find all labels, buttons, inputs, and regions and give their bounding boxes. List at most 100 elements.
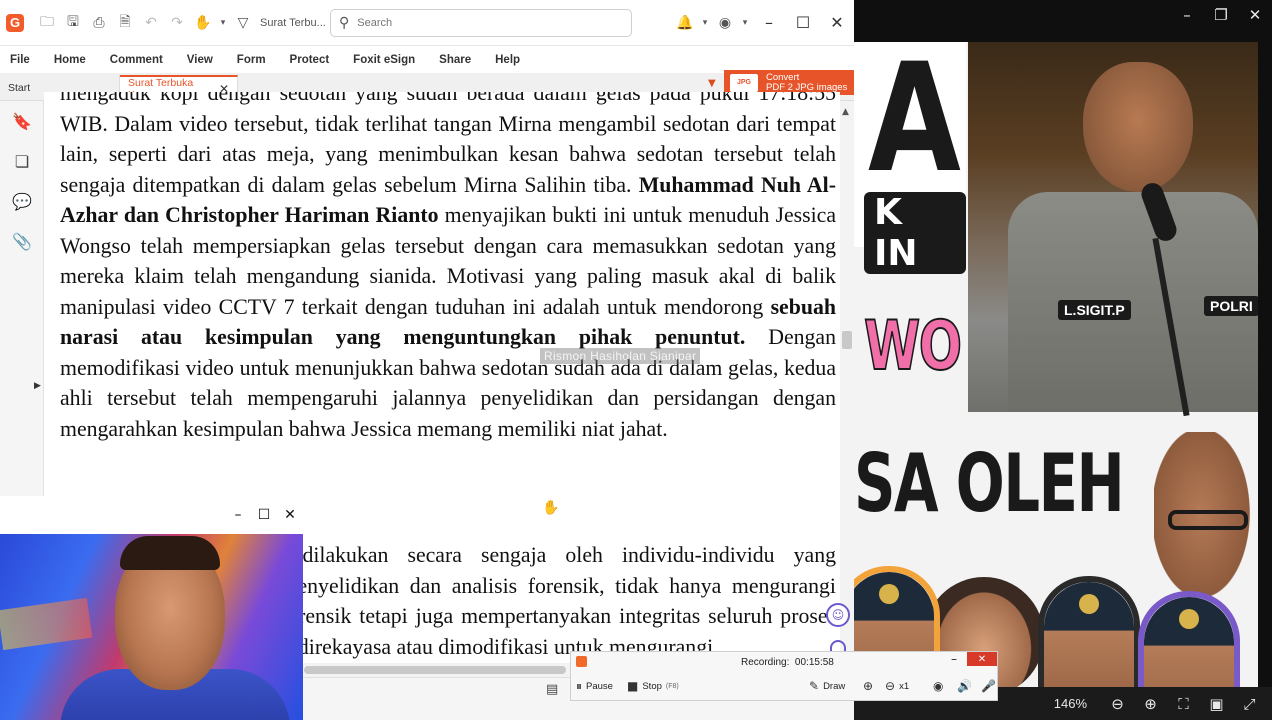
expand-icon[interactable]: ⤢	[1233, 687, 1266, 720]
menu-foxit-esign[interactable]: Foxit eSign	[353, 54, 415, 66]
zoom-out-tool[interactable]: ⊖ x1	[885, 679, 909, 693]
glasses-icon	[1168, 510, 1248, 530]
document-icon[interactable]: 🗎	[112, 10, 138, 36]
zoom-out-icon: ⊖	[885, 679, 896, 693]
image-file-icon: JPG	[730, 73, 758, 92]
webcam-window[interactable]: – ☐ ✕	[0, 496, 303, 720]
menu-help[interactable]: Help	[495, 54, 520, 66]
recording-time: 00:15:58	[794, 657, 834, 668]
zoom-out-icon[interactable]: ⊖	[1101, 687, 1134, 720]
search-icon: ⚲	[339, 14, 350, 31]
caret-down-icon[interactable]: ▼	[708, 78, 716, 89]
horizontal-scrollbar[interactable]	[300, 663, 570, 677]
stop-label: Stop	[642, 680, 662, 692]
image-photo-man-glasses	[1154, 432, 1258, 612]
chevron-down-icon[interactable]: ▾	[216, 10, 230, 36]
bell-icon[interactable]: 🔔	[672, 10, 698, 36]
open-folder-icon[interactable]: 🗀	[34, 10, 60, 36]
menu-view[interactable]: View	[187, 54, 213, 66]
redo-icon[interactable]: ↷	[164, 10, 190, 36]
document-title: Surat Terbu...	[260, 16, 326, 29]
scroll-thumb[interactable]	[842, 331, 852, 349]
image-badge: K IN	[864, 192, 966, 274]
displayed-image: A K IN L.SIGIT.P POLRI WO SA OLEH	[854, 42, 1258, 687]
webcam-feed	[0, 534, 303, 720]
horizontal-scroll-thumb[interactable]	[304, 666, 566, 674]
bookmark-icon[interactable]: 🔖	[0, 101, 44, 141]
minimize-icon[interactable]: –	[752, 0, 786, 46]
close-icon[interactable]: ✕	[277, 496, 303, 534]
assistant-icon[interactable]: ☺	[826, 603, 850, 627]
menu-protect[interactable]: Protect	[290, 54, 330, 66]
page-view-icon[interactable]: ▤	[546, 682, 558, 697]
menu-share[interactable]: Share	[439, 54, 471, 66]
webcam-toggle[interactable]: ◉	[933, 679, 947, 693]
menu-comment[interactable]: Comment	[110, 54, 163, 66]
search-input[interactable]	[357, 16, 598, 29]
left-navigation-panel: 🔖 ❏ 💬 📎 ▶	[0, 101, 44, 501]
minimize-icon[interactable]: –	[951, 652, 957, 666]
save-icon[interactable]: 🖫	[60, 10, 86, 36]
print-icon[interactable]: ⎙	[86, 10, 112, 36]
zoom-speed: x1	[899, 680, 910, 692]
draw-button[interactable]: ✎ Draw	[809, 679, 845, 693]
screen-recorder-widget: Recording: 00:15:58 – ✕ ⏸ Pause ■ Stop (F8)…	[570, 651, 998, 701]
zoom-in-icon[interactable]: ⊕	[1134, 687, 1167, 720]
filter-icon[interactable]: ▽	[230, 10, 256, 36]
pause-button[interactable]: ⏸ Pause	[576, 679, 613, 694]
zoom-level: 146%	[1053, 696, 1087, 711]
maximize-icon[interactable]: ☐	[251, 496, 277, 534]
restore-icon[interactable]: ❐	[1204, 0, 1238, 30]
zoom-in-tool[interactable]: ⊕	[863, 679, 877, 693]
webcam-titlebar[interactable]: – ☐ ✕	[0, 496, 303, 534]
image-panel-left: A K IN	[854, 42, 966, 274]
webcam-icon: ◉	[933, 679, 944, 693]
close-icon[interactable]: ✕	[967, 652, 997, 666]
minimize-icon[interactable]: –	[1170, 0, 1204, 30]
expand-panel-icon[interactable]: ▶	[34, 381, 41, 391]
image-photo-officer: L.SIGIT.P POLRI	[968, 42, 1258, 417]
vertical-scrollbar[interactable]: ▲	[840, 101, 854, 681]
minimize-icon[interactable]: –	[225, 496, 251, 534]
undo-icon[interactable]: ↶	[138, 10, 164, 36]
menu-bar: File Home Comment View Form Protect Foxi…	[0, 46, 854, 73]
comment-icon[interactable]: 💬	[0, 181, 44, 221]
maximize-icon[interactable]: ☐	[786, 0, 820, 46]
attachment-icon[interactable]: 📎	[0, 221, 44, 261]
image-caption: SA OLEH	[854, 437, 1125, 530]
recording-status: Recording: 00:15:58	[741, 657, 834, 668]
audio-toggle[interactable]: 🔊	[957, 679, 976, 693]
mic-toggle[interactable]: 🎤	[981, 679, 1000, 693]
presenter-hair	[120, 536, 220, 570]
image-photo-officer-cap-3	[1138, 591, 1240, 687]
image-photo-officer-cap-2	[1038, 576, 1140, 687]
account-icon[interactable]: ◉	[712, 10, 738, 36]
foxit-logo-icon[interactable]: G	[6, 13, 24, 32]
pen-icon: ✎	[809, 679, 820, 693]
fit-screen-icon[interactable]: ⛶	[1167, 687, 1200, 720]
speaker-icon: 🔊	[957, 679, 972, 693]
menu-file[interactable]: File	[10, 54, 30, 66]
image-face	[1083, 62, 1193, 192]
search-box[interactable]: ⚲	[330, 8, 632, 37]
close-icon[interactable]: ✕	[820, 0, 854, 46]
stop-shortcut: (F8)	[665, 682, 679, 690]
recording-label: Recording:	[741, 657, 790, 668]
microphone-icon: 🎤	[981, 679, 996, 693]
actual-size-icon[interactable]: ▣	[1200, 687, 1233, 720]
menu-home[interactable]: Home	[54, 54, 86, 66]
image-viewer-window: – ❐ ✕ A K IN L.SIGIT.P POLRI WO SA OLEH	[854, 0, 1272, 720]
pause-label: Pause	[586, 681, 613, 692]
close-icon[interactable]: ✕	[1238, 0, 1272, 30]
stop-button[interactable]: ■ Stop (F8)	[627, 679, 679, 693]
scroll-up-icon[interactable]: ▲	[842, 107, 849, 117]
paragraph-1: mengaduk kopi dengan sedotan yang sudah …	[60, 92, 836, 444]
chevron-down-icon[interactable]: ▾	[738, 10, 752, 36]
window-controls: 🔔 ▾ ◉ ▾ – ☐ ✕	[672, 0, 854, 46]
hand-tool-icon[interactable]: ✋	[190, 10, 216, 36]
convert-line2: PDF 2 JPG images	[766, 81, 848, 93]
pages-icon[interactable]: ❏	[0, 141, 44, 181]
chevron-down-icon[interactable]: ▾	[698, 10, 712, 36]
image-name-tag: L.SIGIT.P	[1058, 300, 1131, 320]
menu-form[interactable]: Form	[237, 54, 266, 66]
